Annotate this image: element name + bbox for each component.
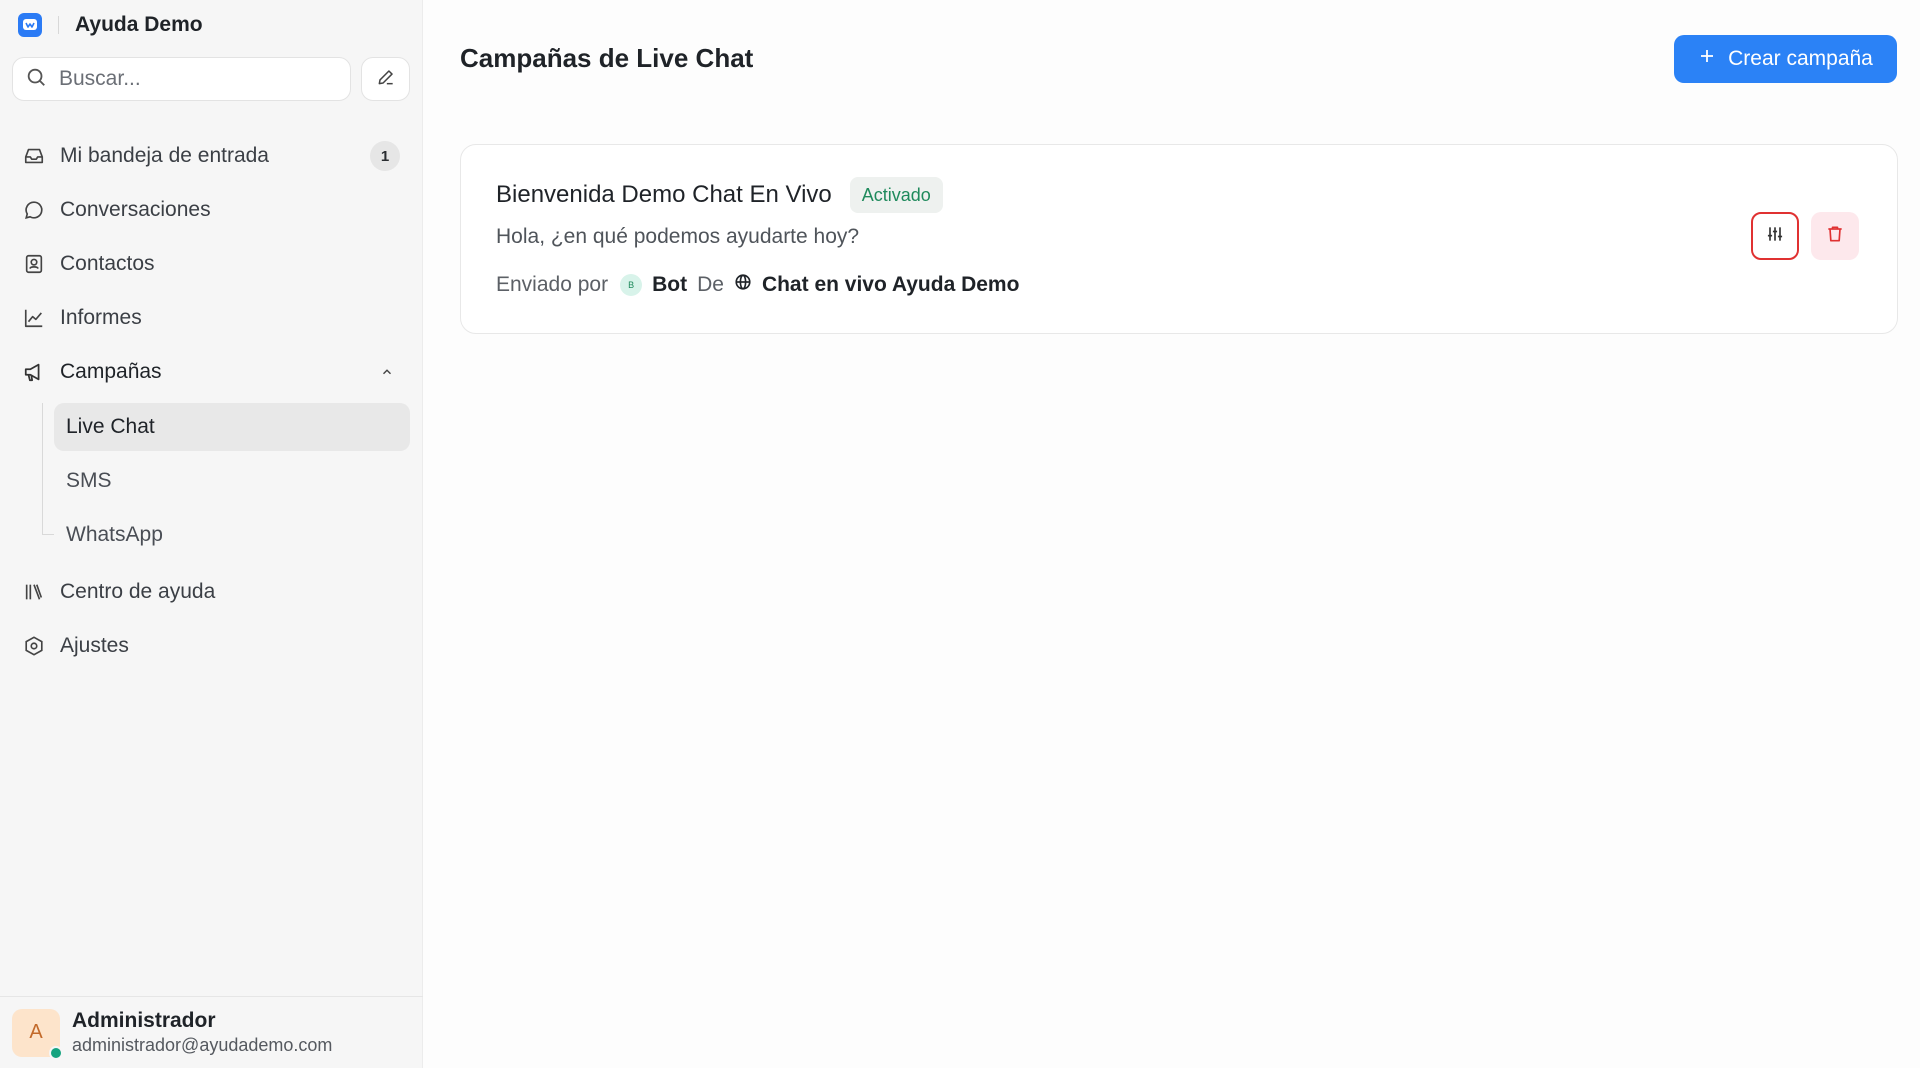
sent-by-label: Enviado por — [496, 273, 609, 296]
avatar: A — [12, 1008, 63, 1060]
account-name[interactable]: Ayuda Demo — [75, 13, 203, 37]
sidebar-item-label: Centro de ayuda — [60, 580, 216, 603]
edit-campaign-button[interactable] — [1751, 212, 1799, 260]
plus-icon — [1698, 47, 1716, 71]
sidebar-item-help-center[interactable]: Centro de ayuda — [12, 565, 410, 619]
brand-divider — [58, 16, 59, 34]
search-input[interactable] — [59, 67, 319, 91]
sidebar-item-label: Contactos — [60, 252, 155, 275]
campaign-message: Hola, ¿en qué podemos ayudarte hoy? — [496, 225, 860, 248]
search-icon — [25, 66, 47, 93]
create-campaign-label: Crear campaña — [1728, 47, 1873, 70]
profile-email: administrador@ayudademo.com — [72, 1035, 333, 1055]
sidebar-item-settings[interactable]: Ajustes — [12, 619, 410, 673]
sidebar-item-label: Ajustes — [60, 634, 129, 657]
sender-name: Bot — [652, 273, 688, 296]
page-title: Campañas de Live Chat — [460, 43, 754, 73]
search-row — [0, 50, 422, 101]
contact-card-icon — [22, 252, 46, 276]
sidebar-item-label: Mi bandeja de entrada — [60, 144, 269, 167]
main-content: Campañas de Live Chat Crear campaña Bien… — [423, 0, 1920, 1068]
sidebar-item-campaigns[interactable]: Campañas — [12, 345, 410, 399]
inbox-name: Chat en vivo Ayuda Demo — [761, 273, 1020, 296]
brand-logo-icon — [18, 13, 42, 37]
app-root: Ayuda Demo Mi bandeja de entrada — [0, 0, 1920, 1068]
subnav-guide-line — [42, 403, 43, 535]
sliders-icon — [1765, 224, 1785, 249]
trash-icon — [1825, 224, 1845, 249]
sidebar-item-label: Conversaciones — [60, 198, 211, 221]
chevron-up-icon[interactable] — [380, 361, 394, 385]
campaign-title: Bienvenida Demo Chat En Vivo — [496, 181, 832, 208]
from-label: De — [697, 273, 724, 296]
sidebar: Ayuda Demo Mi bandeja de entrada — [0, 0, 423, 1068]
delete-campaign-button[interactable] — [1811, 212, 1859, 260]
sidebar-item-conversations[interactable]: Conversaciones — [12, 183, 410, 237]
globe-icon — [734, 273, 752, 297]
sidebar-item-reports[interactable]: Informes — [12, 291, 410, 345]
avatar-initial: A — [29, 1021, 43, 1043]
status-badge: Activado — [849, 177, 943, 213]
brand-header: Ayuda Demo — [0, 0, 422, 50]
sidebar-nav: Mi bandeja de entrada 1 Conversaciones C… — [0, 129, 422, 673]
compose-button[interactable] — [361, 57, 410, 101]
sidebar-item-label: Informes — [60, 306, 142, 329]
subnav-guide-corner — [42, 521, 54, 535]
sidebar-item-whatsapp[interactable]: WhatsApp — [54, 511, 410, 559]
settings-hexagon-icon — [22, 634, 46, 658]
sidebar-item-inbox[interactable]: Mi bandeja de entrada 1 — [12, 129, 410, 183]
line-chart-icon — [22, 306, 46, 330]
megaphone-icon — [22, 360, 46, 384]
campaign-card: Bienvenida Demo Chat En Vivo Activado Ho… — [460, 144, 1898, 334]
chat-bubble-icon — [22, 198, 46, 222]
search-box — [12, 57, 351, 101]
sidebar-item-sms[interactable]: SMS — [54, 457, 410, 505]
profile-name: Administrador — [72, 1009, 216, 1032]
campaign-header: Bienvenida Demo Chat En Vivo Activado — [496, 177, 943, 213]
user-profile[interactable]: A Administrador administrador@ayudademo.… — [0, 996, 423, 1068]
campaign-meta: Enviado por B Bot De Chat en vivo Ayuda … — [496, 273, 1019, 297]
bot-avatar: B — [620, 274, 643, 296]
sidebar-item-live-chat[interactable]: Live Chat — [54, 403, 410, 451]
campaigns-subnav: Live Chat SMS WhatsApp — [30, 403, 410, 559]
sidebar-item-contacts[interactable]: Contactos — [12, 237, 410, 291]
create-campaign-button[interactable]: Crear campaña — [1674, 35, 1897, 83]
profile-text: Administrador administrador@ayudademo.co… — [72, 1009, 332, 1056]
sidebar-item-label: Campañas — [60, 360, 162, 383]
inbox-icon — [22, 144, 46, 168]
library-books-icon — [22, 580, 46, 604]
inbox-count-badge: 1 — [370, 141, 400, 171]
pencil-icon — [376, 67, 396, 92]
online-status-indicator — [49, 1045, 63, 1060]
